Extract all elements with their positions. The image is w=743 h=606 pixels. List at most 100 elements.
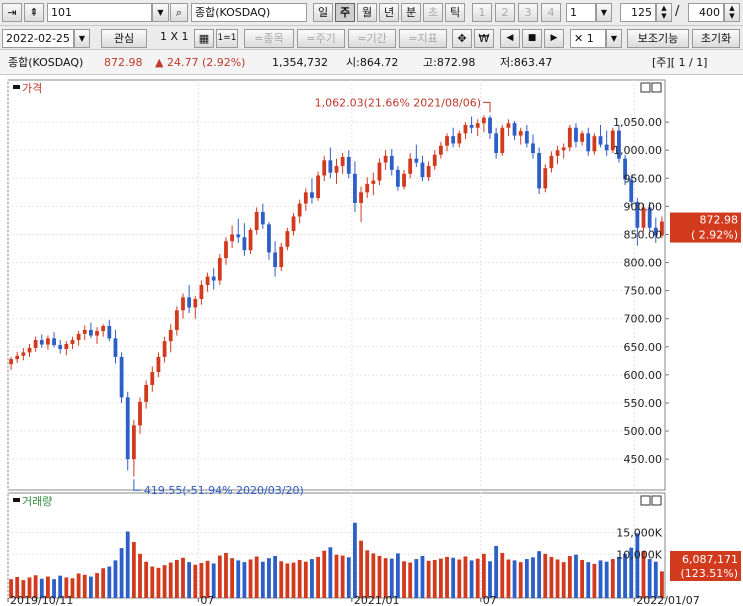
price-panel-close-icon[interactable]	[651, 82, 662, 93]
price-panel-maximize-icon[interactable]	[640, 82, 651, 93]
price-tick-label: 700.00	[624, 313, 663, 326]
candle-body	[494, 133, 499, 154]
stop-icon[interactable]: ■	[522, 29, 542, 48]
period-button-7[interactable]: 틱	[445, 3, 465, 22]
cycle-button[interactable]: =주기	[297, 29, 345, 48]
volume-bar	[138, 553, 142, 598]
grid-one-button[interactable]: 1=1	[216, 29, 238, 48]
candle-body	[58, 345, 63, 350]
current-price: 872.98	[104, 56, 143, 69]
move-icon[interactable]: ✥	[452, 29, 472, 48]
code-input[interactable]: 101	[47, 3, 152, 22]
period-button-9[interactable]: 2	[495, 3, 515, 22]
volume-value: 1,354,732	[272, 56, 328, 69]
candle-body	[285, 231, 290, 247]
count-field[interactable]: 125	[620, 3, 656, 22]
volume-bar	[426, 560, 431, 598]
name-field[interactable]: 종합(KOSDAQ)	[191, 3, 307, 22]
volume-bar	[285, 563, 290, 598]
period-button-2[interactable]: 주	[335, 3, 355, 22]
price-tick-label: 1,000.00	[613, 144, 662, 157]
pin-icon[interactable]: ⇞	[24, 3, 44, 22]
volume-bar	[592, 563, 597, 598]
candle-body	[15, 355, 20, 360]
next-icon[interactable]: ▶	[544, 29, 564, 48]
volume-bar	[653, 561, 658, 598]
volume-bar	[647, 559, 652, 598]
interest-button[interactable]: 관심	[101, 29, 147, 48]
time-tick-label: 2019/10/11	[10, 594, 73, 606]
volume-bar	[328, 547, 333, 598]
volume-tick-label: 10,000K	[616, 548, 662, 561]
total-stepper[interactable]: ▲ ▼	[724, 3, 740, 22]
period-button[interactable]: =기간	[348, 29, 396, 48]
indicator-button[interactable]: =지표	[399, 29, 447, 48]
interval-dropdown-icon[interactable]: ▼	[596, 3, 612, 22]
candle-body	[353, 173, 357, 203]
candle-body	[500, 127, 505, 154]
volume-bar	[561, 562, 566, 598]
period-button-6[interactable]: 초	[423, 3, 443, 22]
low-annotation: 419.55(-51.94% 2020/03/20)	[144, 484, 304, 497]
date-dropdown-icon[interactable]: ▼	[74, 29, 90, 48]
volume-bar	[113, 560, 118, 598]
aux-button[interactable]: 보조기능	[627, 29, 689, 48]
current-volume-change: (123.51%)	[680, 567, 738, 580]
volume-panel-close-icon[interactable]	[651, 495, 662, 506]
index-name: 종합(KOSDAQ)	[8, 56, 84, 69]
grid-icon[interactable]: ▦	[194, 29, 214, 48]
candle-body	[193, 299, 198, 308]
volume-bar	[518, 562, 523, 598]
candle-body	[340, 156, 345, 166]
interval-field[interactable]: 1	[566, 3, 596, 22]
price-tick-label: 1,050.00	[613, 116, 662, 129]
period-button-4[interactable]: 년	[379, 3, 399, 22]
prev-icon[interactable]: ◀	[500, 29, 520, 48]
volume-bar	[580, 559, 585, 598]
candle-body	[113, 338, 118, 357]
period-button-3[interactable]: 월	[357, 3, 377, 22]
volume-bar	[291, 562, 296, 598]
volume-bar	[574, 554, 578, 598]
search-icon[interactable]: ⌕	[170, 3, 188, 22]
multiplier-field[interactable]: ✕ 1	[570, 29, 606, 48]
count-stepper[interactable]: ▲ ▼	[656, 3, 672, 22]
candle-body	[9, 359, 13, 365]
candle-body	[205, 276, 210, 285]
price-tick-label: 850.00	[624, 228, 663, 241]
candle-body	[549, 155, 554, 169]
candle-body	[377, 162, 382, 181]
volume-bar	[279, 561, 284, 598]
price-tick-label: 800.00	[624, 257, 663, 270]
candle-body	[248, 229, 253, 251]
period-button-5[interactable]: 분	[401, 3, 421, 22]
code-dropdown-icon[interactable]: ▼	[152, 3, 169, 22]
item-button[interactable]: =종목	[244, 29, 294, 48]
top-toolbar: ⇥ ⇞ 101 ▼ ⌕ 종합(KOSDAQ) 일주월년분초틱1234 1 ▼ 1…	[0, 0, 743, 26]
period-button-10[interactable]: 3	[518, 3, 538, 22]
candle-body	[236, 234, 241, 238]
period-button-8[interactable]: 1	[472, 3, 492, 22]
candle-body	[481, 117, 486, 124]
reset-button[interactable]: 초기화	[692, 29, 740, 48]
low-value: 저:863.47	[500, 56, 553, 69]
total-field[interactable]: 400	[688, 3, 724, 22]
candle-body	[445, 136, 449, 146]
volume-panel-label: 거래량	[22, 495, 52, 508]
candle-body	[230, 234, 235, 242]
candle-body	[131, 425, 136, 460]
date-field[interactable]: 2022-02-25	[2, 29, 74, 48]
volume-bar	[451, 557, 456, 598]
multiplier-dropdown-icon[interactable]: ▼	[606, 29, 622, 48]
price-tick-label: 650.00	[624, 341, 663, 354]
navigate-icon[interactable]: ⇥	[2, 3, 22, 22]
volume-bar	[500, 552, 505, 598]
period-button-11[interactable]: 4	[541, 3, 561, 22]
volume-bar	[524, 559, 529, 598]
won-icon[interactable]: ₩	[474, 29, 494, 48]
period-button-1[interactable]: 일	[313, 3, 333, 22]
count-separator: /	[675, 4, 680, 19]
volume-panel-maximize-icon[interactable]	[640, 495, 651, 506]
candle-body	[451, 136, 456, 144]
candle-body	[322, 160, 327, 176]
